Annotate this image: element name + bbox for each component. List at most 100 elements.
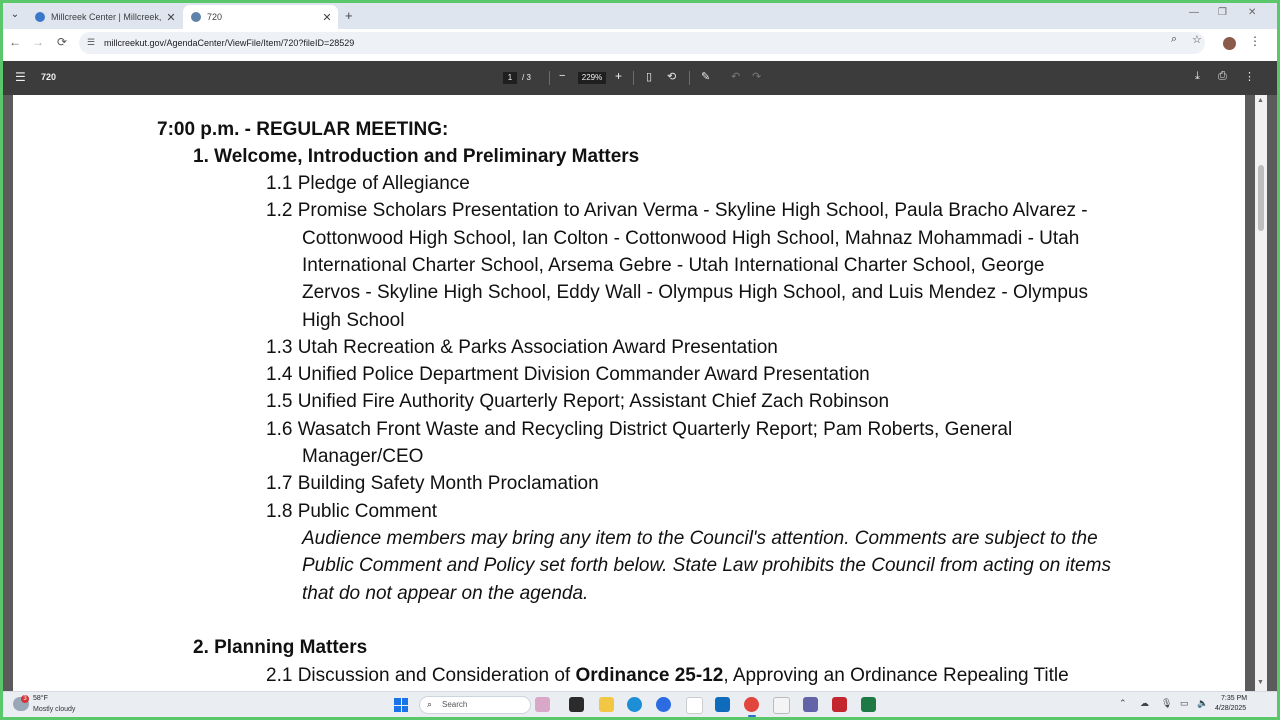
scroll-up-icon[interactable]: ▲ (1257, 97, 1264, 104)
tab-title: 720 (207, 12, 223, 22)
agenda-item: 1.7 Building Safety Month Proclamation (266, 473, 599, 494)
vertical-scrollbar[interactable]: ▲ ▼ (1255, 95, 1267, 691)
tab-title: Millcreek Center | Millcreek, UT (51, 12, 164, 22)
clock-date[interactable]: 4/28/2025 (1215, 705, 1246, 712)
agenda-item: 1.5 Unified Fire Authority Quarterly Rep… (266, 391, 890, 412)
browser-toolbar: ← → ⟳ ☰ millcreekut.gov/AgendaCenter/Vie… (3, 29, 1277, 57)
clock-time[interactable]: 7:35 PM (1221, 695, 1247, 702)
tab-millcreek-center[interactable]: Millcreek Center | Millcreek, UT ✕ (27, 5, 182, 29)
weather-condition[interactable]: Mostly cloudy (33, 706, 75, 713)
outlook-icon[interactable] (715, 697, 730, 712)
rotate-icon[interactable]: ⟲ (667, 70, 676, 83)
notification-badge: 3 (21, 695, 29, 703)
temperature[interactable]: 58°F (33, 695, 48, 702)
teams-icon[interactable] (803, 697, 818, 712)
task-view-icon[interactable] (569, 697, 584, 712)
pdf-more-icon[interactable]: ⋮ (1244, 70, 1255, 83)
google-app-icon[interactable] (686, 697, 703, 714)
reload-icon[interactable]: ⟳ (54, 35, 70, 49)
tray-chevron-icon[interactable]: ⌃ (1119, 698, 1127, 709)
close-window-button[interactable]: ✕ (1248, 7, 1256, 18)
widgets-icon[interactable] (535, 697, 550, 712)
bookmark-star-icon[interactable]: ☆ (1192, 33, 1202, 46)
forward-icon[interactable]: → (30, 35, 46, 49)
annotate-pen-icon[interactable]: ✎ (701, 70, 710, 83)
zoom-lens-icon[interactable]: ⌕ (1171, 33, 1177, 46)
site-info-icon[interactable]: ☰ (87, 37, 97, 48)
sidebar-menu-icon[interactable]: ☰ (15, 70, 26, 84)
page-total: / 3 (522, 73, 531, 82)
close-tab-icon[interactable]: ✕ (164, 11, 178, 24)
excel-icon[interactable] (861, 697, 876, 712)
pdf-viewer[interactable]: 7:00 p.m. - REGULAR MEETING: 1. Welcome,… (3, 95, 1277, 691)
item-text: 2.1 Discussion and Consideration of (266, 665, 576, 686)
scrollbar-thumb[interactable] (1258, 165, 1264, 231)
section-heading: 2. Planning Matters (193, 637, 368, 658)
zoom-out-icon[interactable]: − (559, 70, 565, 82)
windows-start-icon[interactable] (394, 698, 408, 712)
public-comment-note: Audience members may bring any item to t… (302, 528, 1098, 549)
page-number-input[interactable]: 1 (503, 72, 517, 84)
microphone-icon[interactable]: 🎙 (1161, 698, 1172, 709)
public-comment-note: that do not appear on the agenda. (302, 583, 589, 604)
globe-icon (35, 12, 45, 22)
divider (633, 71, 634, 85)
edge-browser-icon[interactable] (627, 697, 642, 712)
volume-icon[interactable]: 🔈 (1197, 698, 1208, 709)
new-tab-button[interactable]: + (345, 8, 353, 23)
taskbar: 3 58°F Mostly cloudy ⌕ Search ⌃ ☁ 🎙 ▭ 🔈 … (3, 691, 1277, 717)
tab-strip: ⌄ Millcreek Center | Millcreek, UT ✕ 720… (3, 3, 1277, 29)
agenda-item-continuation: Zervos - Skyline High School, Eddy Wall … (302, 282, 1088, 303)
scroll-down-icon[interactable]: ▼ (1257, 679, 1264, 686)
zoom-input[interactable]: 229% (578, 72, 606, 84)
search-label: Search (442, 700, 468, 709)
agenda-item: 1.6 Wasatch Front Waste and Recycling Di… (266, 419, 1013, 440)
agenda-item: 1.2 Promise Scholars Presentation to Ari… (266, 200, 1088, 221)
restore-button[interactable]: ❐ (1218, 7, 1227, 18)
pdf-toolbar: ☰ 720 1 / 3 − 229% + ▯ ⟲ ✎ ↶ ↷ ⤓ ⎙ ⋮ (3, 61, 1277, 95)
fit-page-icon[interactable]: ▯ (646, 70, 652, 83)
agenda-item-continuation: High School (302, 310, 405, 331)
item-text: , Approving an Ordinance Repealing Title (723, 665, 1069, 686)
agenda-item-continuation: International Charter School, Arsema Geb… (302, 255, 1045, 276)
url-text[interactable]: millcreekut.gov/AgendaCenter/ViewFile/It… (104, 38, 354, 48)
download-icon[interactable]: ⤓ (1195, 70, 1200, 83)
section-heading: 1. Welcome, Introduction and Preliminary… (193, 146, 640, 167)
address-bar[interactable]: ☰ millcreekut.gov/AgendaCenter/ViewFile/… (79, 32, 1205, 54)
globe-icon (191, 12, 201, 22)
acrobat-icon[interactable] (832, 697, 847, 712)
pdf-page: 7:00 p.m. - REGULAR MEETING: 1. Welcome,… (13, 95, 1245, 691)
meeting-heading: 7:00 p.m. - REGULAR MEETING: (157, 119, 449, 140)
redo-icon[interactable]: ↷ (752, 70, 761, 83)
profile-avatar[interactable] (1223, 37, 1236, 50)
divider (689, 71, 690, 85)
undo-icon[interactable]: ↶ (731, 70, 740, 83)
browser-menu-icon[interactable]: ⋮ (1249, 34, 1261, 48)
ordinance-number: Ordinance 25-12 (575, 665, 724, 686)
zoom-app-icon[interactable] (656, 697, 671, 712)
chrome-icon[interactable] (744, 697, 759, 712)
active-app-indicator (748, 715, 756, 717)
public-comment-note: Public Comment and Policy set forth belo… (302, 555, 1111, 576)
tab-search-chevron-icon[interactable]: ⌄ (7, 7, 23, 23)
taskbar-search[interactable]: ⌕ Search (419, 696, 531, 714)
cloud-sync-icon[interactable]: ☁ (1140, 698, 1149, 709)
agenda-item: 1.8 Public Comment (266, 501, 438, 522)
agenda-item: 2.1 Discussion and Consideration of Ordi… (266, 662, 1069, 689)
tab-720[interactable]: 720 ✕ (183, 5, 338, 29)
close-tab-icon[interactable]: ✕ (320, 11, 334, 24)
back-icon[interactable]: ← (7, 35, 23, 49)
minimize-button[interactable]: — (1189, 7, 1199, 18)
divider (549, 71, 550, 85)
file-explorer-icon[interactable] (599, 697, 614, 712)
screen: ⌄ Millcreek Center | Millcreek, UT ✕ 720… (3, 3, 1277, 717)
notepad-icon[interactable] (773, 697, 790, 714)
network-icon[interactable]: ▭ (1180, 698, 1189, 709)
agenda-item-continuation: Manager/CEO (302, 446, 424, 467)
agenda-item-continuation: Cottonwood High School, Ian Colton - Cot… (302, 228, 1080, 249)
agenda-item: 1.3 Utah Recreation & Parks Association … (266, 337, 778, 358)
agenda-item: 1.4 Unified Police Department Division C… (266, 364, 870, 385)
agenda-item: 1.1 Pledge of Allegiance (266, 173, 470, 194)
zoom-in-icon[interactable]: + (615, 69, 622, 83)
print-icon[interactable]: ⎙ (1218, 70, 1227, 83)
